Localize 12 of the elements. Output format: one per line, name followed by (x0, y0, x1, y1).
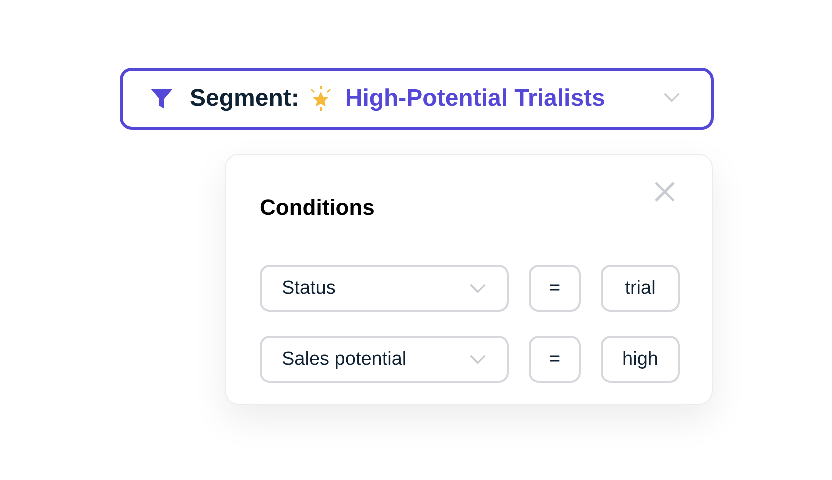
filter-icon (150, 87, 174, 111)
value-field[interactable]: high (601, 336, 680, 383)
segment-value: High-Potential Trialists (345, 85, 606, 113)
field-dropdown[interactable]: Sales potential (260, 336, 509, 383)
popup-title: Conditions (260, 195, 375, 221)
close-icon[interactable] (654, 181, 676, 203)
value-field[interactable]: trial (601, 265, 680, 312)
operator-box[interactable]: = (529, 265, 581, 312)
operator-box[interactable]: = (529, 336, 581, 383)
star-icon (309, 86, 334, 112)
segment-label: Segment: (190, 85, 300, 113)
field-dropdown[interactable]: Status (260, 265, 509, 312)
